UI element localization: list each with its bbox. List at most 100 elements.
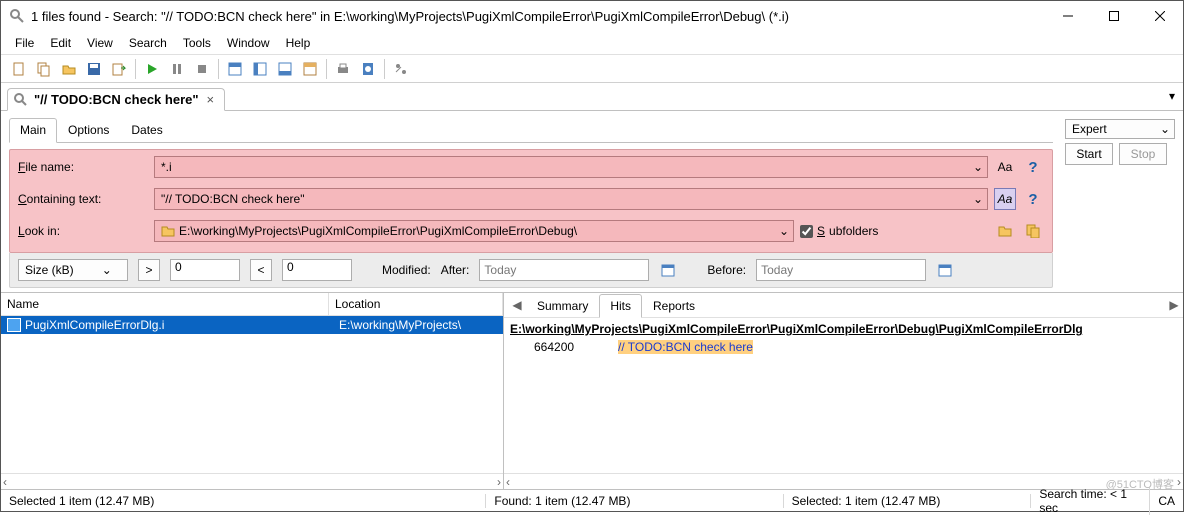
toolbar-sep [326, 59, 327, 79]
menu-view[interactable]: View [79, 34, 121, 52]
toolbar [1, 55, 1183, 83]
gt-input[interactable]: 0 [170, 259, 240, 281]
start-button[interactable]: Start [1065, 143, 1113, 165]
tab-summary[interactable]: Summary [526, 294, 599, 318]
stop-button[interactable]: Stop [1119, 143, 1167, 165]
hit-line-number: 664200 [534, 340, 584, 354]
help-button[interactable]: ? [1022, 188, 1044, 210]
action-panel: Expert⌄ Start Stop [1065, 117, 1175, 288]
maximize-button[interactable] [1091, 1, 1137, 31]
subfolders-check[interactable] [800, 225, 813, 238]
result-location: E:\working\MyProjects\ [339, 318, 461, 332]
chevron-down-icon[interactable]: ⌄ [973, 192, 983, 206]
browse-folder-icon[interactable] [994, 220, 1016, 242]
close-tab-icon[interactable]: × [205, 92, 217, 107]
app-icon [9, 8, 25, 24]
nav-right-icon[interactable]: ▶ [1165, 298, 1183, 312]
status-found: Found: 1 item (12.47 MB) [486, 494, 783, 508]
gt-button[interactable]: > [138, 259, 160, 281]
tab-dates[interactable]: Dates [120, 118, 173, 143]
close-button[interactable] [1137, 1, 1183, 31]
open-icon[interactable] [57, 57, 81, 81]
save-icon[interactable] [82, 57, 106, 81]
tab-hits[interactable]: Hits [599, 294, 642, 318]
filter-bar: Size (kB)⌄ > 0 < 0 Modified:Modified: Af… [9, 253, 1053, 288]
status-selected2: Selected: 1 item (12.47 MB) [784, 494, 1032, 508]
file-name-value: *.i [161, 160, 172, 174]
panel2-icon[interactable] [248, 57, 272, 81]
results-list-pane: Name Location PugiXmlCompileErrorDlg.i E… [1, 293, 504, 489]
after-input[interactable]: Today [479, 259, 649, 281]
search-tab-label: "// TODO:BCN check here" [34, 92, 199, 107]
case-toggle[interactable]: Aa [994, 156, 1016, 178]
help-button[interactable]: ? [1022, 156, 1044, 178]
chevron-down-icon: ⌄ [1160, 122, 1170, 136]
toolbar-sep [384, 59, 385, 79]
status-cap: CA [1150, 494, 1183, 508]
panel4-icon[interactable] [298, 57, 322, 81]
calendar-icon[interactable] [936, 261, 954, 279]
hit-text: // TODO:BCN check here [618, 340, 753, 354]
subfolders-checkbox[interactable]: SubfoldersSubfolders [800, 224, 878, 238]
file-name-input[interactable]: *.i ⌄ [154, 156, 988, 178]
before-label: Before:Before: [707, 263, 746, 277]
search-form: Main Options Dates FFile name:ile name: … [1, 111, 1183, 292]
modified-label: Modified:Modified: [382, 263, 431, 277]
copy-icon[interactable] [32, 57, 56, 81]
tab-main[interactable]: Main [9, 118, 57, 143]
menu-edit[interactable]: Edit [42, 34, 79, 52]
tab-reports[interactable]: Reports [642, 294, 706, 318]
print-icon[interactable] [331, 57, 355, 81]
tab-dropdown-icon[interactable]: ▾ [1169, 89, 1175, 103]
search-tab[interactable]: "// TODO:BCN check here" × [7, 88, 225, 111]
nav-left-icon[interactable]: ◀ [508, 298, 526, 312]
chevron-down-icon[interactable]: ⌄ [973, 160, 983, 174]
hscrollbar[interactable]: ‹› [1, 473, 503, 489]
case-toggle-selected[interactable]: Aa [994, 188, 1016, 210]
titlebar: 1 files found - Search: "// TODO:BCN che… [1, 1, 1183, 31]
lt-input[interactable]: 0 [282, 259, 352, 281]
hit-row[interactable]: 664200 // TODO:BCN check here [504, 338, 1183, 356]
folder-icon [161, 225, 175, 237]
panel3-icon[interactable] [273, 57, 297, 81]
window-controls [1045, 1, 1183, 31]
viewer-pane: ◀ Summary Hits Reports ▶ E:\working\MyPr… [504, 293, 1183, 489]
copy-path-icon[interactable] [1022, 220, 1044, 242]
preview-icon[interactable] [356, 57, 380, 81]
hit-file-path[interactable]: E:\working\MyProjects\PugiXmlCompileErro… [504, 318, 1183, 338]
col-name[interactable]: Name [1, 293, 329, 315]
mode-combo[interactable]: Expert⌄ [1065, 119, 1175, 139]
result-row[interactable]: PugiXmlCompileErrorDlg.i E:\working\MyPr… [1, 316, 503, 334]
chevron-down-icon[interactable]: ⌄ [779, 224, 789, 238]
status-selected: Selected 1 item (12.47 MB) [1, 494, 486, 508]
viewer-tabs: ◀ Summary Hits Reports ▶ [504, 293, 1183, 318]
subfolders-label: ubfolders [829, 224, 878, 238]
menu-file[interactable]: File [7, 34, 42, 52]
search-icon [14, 93, 28, 107]
menu-help[interactable]: Help [278, 34, 319, 52]
col-location[interactable]: Location [329, 293, 503, 315]
size-combo[interactable]: Size (kB)⌄ [18, 259, 128, 281]
pause-icon[interactable] [165, 57, 189, 81]
menu-search[interactable]: Search [121, 34, 175, 52]
before-input[interactable]: Today [756, 259, 926, 281]
menu-window[interactable]: Window [219, 34, 278, 52]
calendar-icon[interactable] [659, 261, 677, 279]
watermark: @51CTO博客 [1106, 476, 1174, 492]
containing-label: Containing text:Containing text: [18, 192, 148, 206]
run-icon[interactable] [140, 57, 164, 81]
panel1-icon[interactable] [223, 57, 247, 81]
minimize-button[interactable] [1045, 1, 1091, 31]
new-icon[interactable] [7, 57, 31, 81]
export-icon[interactable] [107, 57, 131, 81]
tab-options[interactable]: Options [57, 118, 120, 143]
menu-tools[interactable]: Tools [175, 34, 219, 52]
stop-icon[interactable] [190, 57, 214, 81]
lookin-input[interactable]: E:\working\MyProjects\PugiXmlCompileErro… [154, 220, 794, 242]
lt-button[interactable]: < [250, 259, 272, 281]
result-name: PugiXmlCompileErrorDlg.i [25, 318, 335, 332]
containing-value: "// TODO:BCN check here" [161, 192, 304, 206]
results-split: Name Location PugiXmlCompileErrorDlg.i E… [1, 292, 1183, 489]
containing-text-input[interactable]: "// TODO:BCN check here" ⌄ [154, 188, 988, 210]
settings-icon[interactable] [389, 57, 413, 81]
